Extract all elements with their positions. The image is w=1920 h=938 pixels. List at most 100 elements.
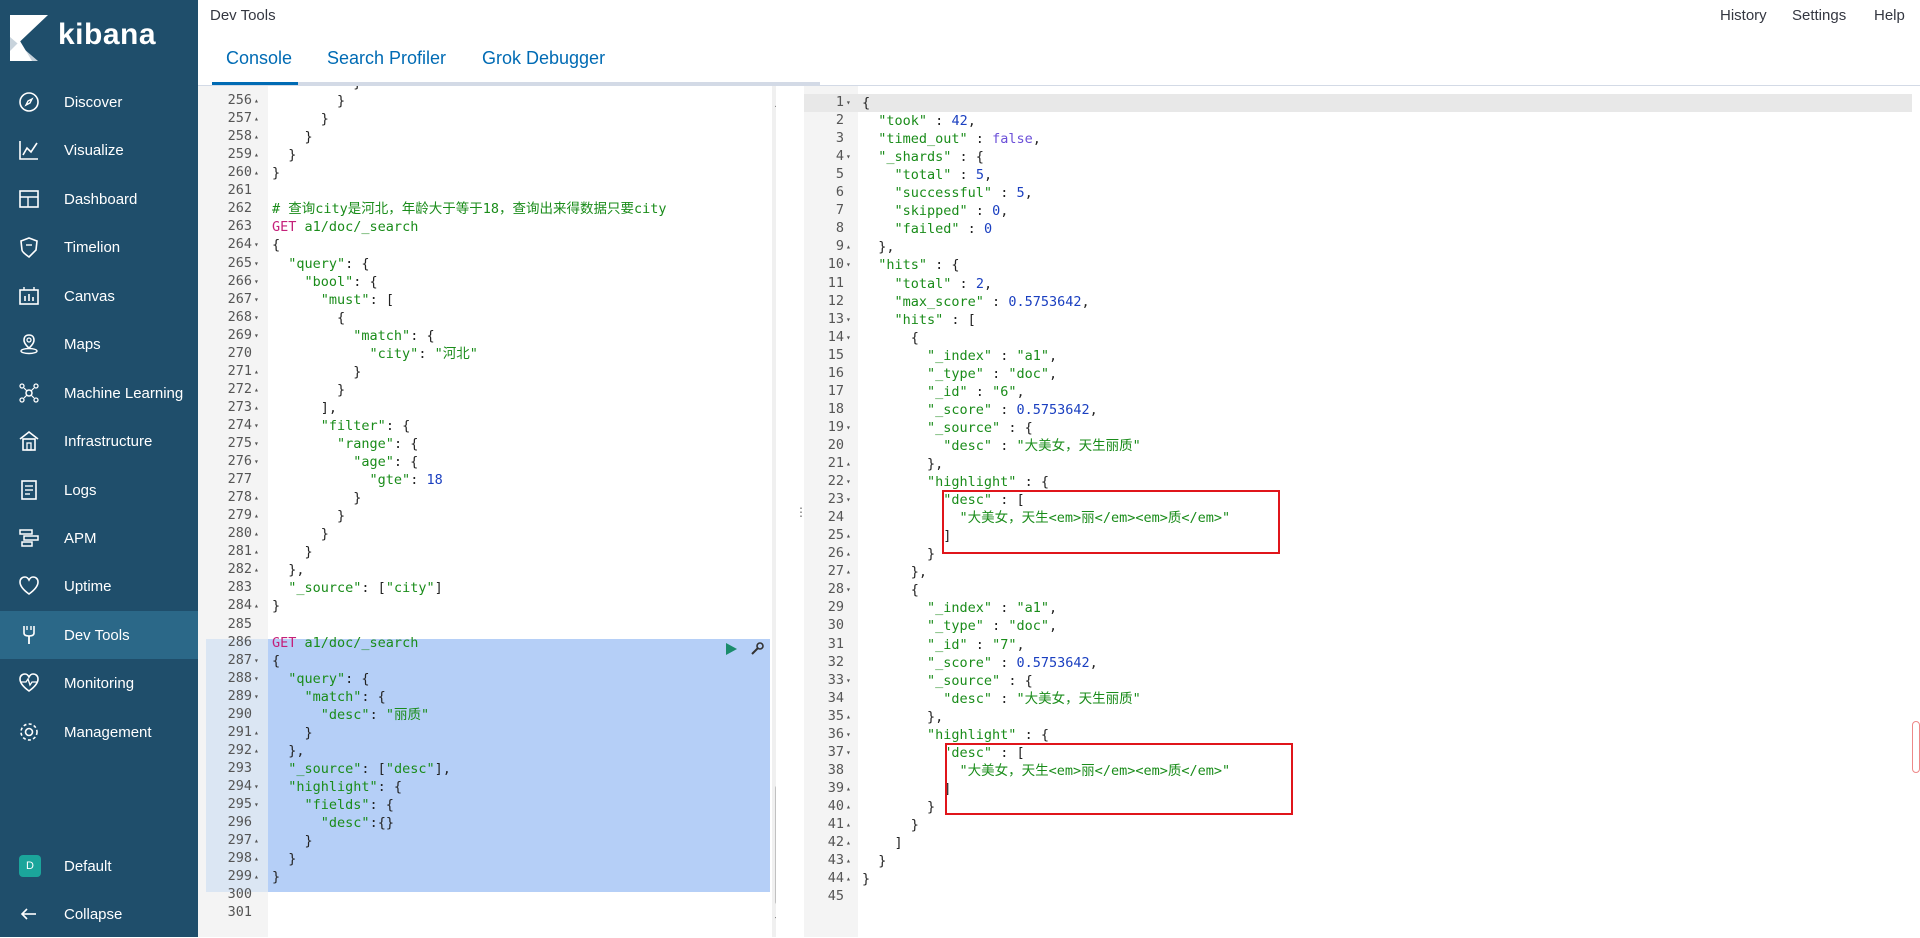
sidebar-item-management[interactable]: Management [0, 708, 198, 756]
tab-grok-debugger[interactable]: Grok Debugger [482, 48, 605, 69]
fold-open-icon[interactable]: ▾ [254, 670, 259, 688]
fold-open-icon[interactable]: ▾ [254, 688, 259, 706]
sidebar-item-dashboard[interactable]: Dashboard [0, 175, 198, 223]
fold-close-icon[interactable]: ▴ [254, 164, 259, 182]
fold-close-icon[interactable]: ▴ [254, 561, 259, 579]
sidebar-item-machine-learning[interactable]: Machine Learning [0, 369, 198, 417]
fold-close-icon[interactable]: ▴ [254, 742, 259, 760]
fold-open-icon[interactable]: ▾ [254, 778, 259, 796]
fold-close-icon[interactable]: ▴ [254, 363, 259, 381]
line-number: 292 [227, 741, 252, 758]
fold-close-icon[interactable]: ▴ [254, 543, 259, 561]
sidebar-item-uptime[interactable]: Uptime [0, 562, 198, 610]
code-line: } [272, 381, 346, 398]
code-line: ] [862, 780, 952, 797]
fold-close-icon[interactable]: ▴ [846, 816, 851, 834]
fold-open-icon[interactable]: ▾ [846, 256, 851, 274]
fold-close-icon[interactable]: ▴ [254, 832, 259, 850]
sidebar-item-visualize[interactable]: Visualize [0, 126, 198, 174]
fold-open-icon[interactable]: ▾ [254, 291, 259, 309]
tab-search-profiler[interactable]: Search Profiler [327, 48, 446, 69]
line-number: 294 [227, 777, 252, 794]
fold-close-icon[interactable]: ▴ [846, 238, 851, 256]
fold-open-icon[interactable]: ▾ [846, 672, 851, 690]
fold-open-icon[interactable]: ▾ [846, 726, 851, 744]
fold-open-icon[interactable]: ▾ [846, 491, 851, 509]
help-link[interactable]: Help [1874, 7, 1905, 24]
scroll-up-icon[interactable] [774, 100, 776, 108]
collapse-button[interactable]: Collapse [0, 890, 198, 938]
fold-open-icon[interactable]: ▾ [254, 796, 259, 814]
kibana-logo-icon [10, 15, 48, 61]
fold-close-icon[interactable]: ▴ [254, 146, 259, 164]
code-line: } [272, 490, 362, 507]
fold-close-icon[interactable]: ▴ [846, 563, 851, 581]
fold-close-icon[interactable]: ▴ [254, 507, 259, 525]
fold-close-icon[interactable]: ▴ [254, 724, 259, 742]
fold-open-icon[interactable]: ▾ [254, 417, 259, 435]
tab-console[interactable]: Console [226, 48, 292, 69]
response-scrollbar-thumb[interactable] [1912, 721, 1920, 773]
fold-open-icon[interactable]: ▾ [254, 453, 259, 471]
fold-close-icon[interactable]: ▴ [846, 708, 851, 726]
breadcrumb[interactable]: Dev Tools [210, 7, 276, 24]
fold-close-icon[interactable]: ▴ [846, 852, 851, 870]
sidebar-item-timelion[interactable]: Timelion [0, 223, 198, 271]
code-line: "timed_out" : false, [878, 131, 1041, 148]
fold-close-icon[interactable]: ▴ [846, 455, 851, 473]
settings-link[interactable]: Settings [1792, 7, 1846, 24]
line-number: 38 [827, 761, 844, 778]
fold-close-icon[interactable]: ▴ [254, 868, 259, 886]
space-selector[interactable]: D Default [0, 842, 198, 890]
fold-open-icon[interactable]: ▾ [254, 327, 259, 345]
fold-open-icon[interactable]: ▾ [254, 309, 259, 327]
line-number: 17 [827, 382, 844, 399]
fold-close-icon[interactable]: ▴ [846, 834, 851, 852]
sidebar-item-maps[interactable]: Maps [0, 320, 198, 368]
response-editor[interactable]: 1 ▾{2 "took" : 42, 3 "timed_out" : false, 4… [804, 86, 1920, 937]
fold-close-icon[interactable]: ▴ [846, 870, 851, 888]
fold-open-icon[interactable]: ▾ [846, 329, 851, 347]
history-link[interactable]: History [1720, 7, 1767, 24]
fold-open-icon[interactable]: ▾ [846, 581, 851, 599]
fold-close-icon[interactable]: ▴ [254, 525, 259, 543]
code-line: ], [272, 399, 338, 416]
fold-open-icon[interactable]: ▾ [846, 744, 851, 762]
fold-open-icon[interactable]: ▾ [254, 652, 259, 670]
wrench-settings-icon[interactable] [750, 642, 764, 656]
brand[interactable]: kibana [0, 0, 198, 78]
fold-close-icon[interactable]: ▴ [254, 597, 259, 615]
fold-close-icon[interactable]: ▴ [846, 527, 851, 545]
fold-close-icon[interactable]: ▴ [254, 399, 259, 417]
fold-close-icon[interactable]: ▴ [254, 381, 259, 399]
scroll-down-icon[interactable] [774, 916, 776, 924]
fold-open-icon[interactable]: ▾ [254, 273, 259, 291]
fold-open-icon[interactable]: ▾ [846, 311, 851, 329]
fold-open-icon[interactable]: ▾ [846, 473, 851, 491]
fold-close-icon[interactable]: ▴ [846, 780, 851, 798]
sidebar-item-apm[interactable]: APM [0, 514, 198, 562]
request-editor[interactable]: 255▴ }256▴ }257▴ }258▴ }259▴ }260▴}26126… [198, 86, 776, 937]
fold-close-icon[interactable]: ▴ [254, 128, 259, 146]
sidebar-item-logs[interactable]: Logs [0, 466, 198, 514]
sidebar-item-dev-tools[interactable]: Dev Tools [0, 611, 198, 659]
fold-open-icon[interactable]: ▾ [254, 255, 259, 273]
fold-close-icon[interactable]: ▴ [254, 489, 259, 507]
fold-open-icon[interactable]: ▾ [254, 435, 259, 453]
sidebar-item-discover[interactable]: Discover [0, 78, 198, 126]
sidebar-item-canvas[interactable]: Canvas [0, 272, 198, 320]
sidebar-item-infrastructure[interactable]: Infrastructure [0, 417, 198, 465]
fold-open-icon[interactable]: ▾ [846, 419, 851, 437]
fold-open-icon[interactable]: ▾ [846, 148, 851, 166]
sidebar-item-label: Logs [64, 481, 97, 499]
fold-open-icon[interactable]: ▾ [254, 236, 259, 254]
fold-open-icon[interactable]: ▾ [846, 94, 851, 112]
fold-close-icon[interactable]: ▴ [846, 545, 851, 563]
play-icon[interactable] [724, 642, 738, 656]
fold-close-icon[interactable]: ▴ [846, 798, 851, 816]
sidebar-item-monitoring[interactable]: Monitoring [0, 659, 198, 707]
fold-close-icon[interactable]: ▴ [254, 110, 259, 128]
fold-close-icon[interactable]: ▴ [254, 850, 259, 868]
request-scrollbar-thumb[interactable] [775, 786, 776, 904]
fold-close-icon[interactable]: ▴ [254, 92, 259, 110]
